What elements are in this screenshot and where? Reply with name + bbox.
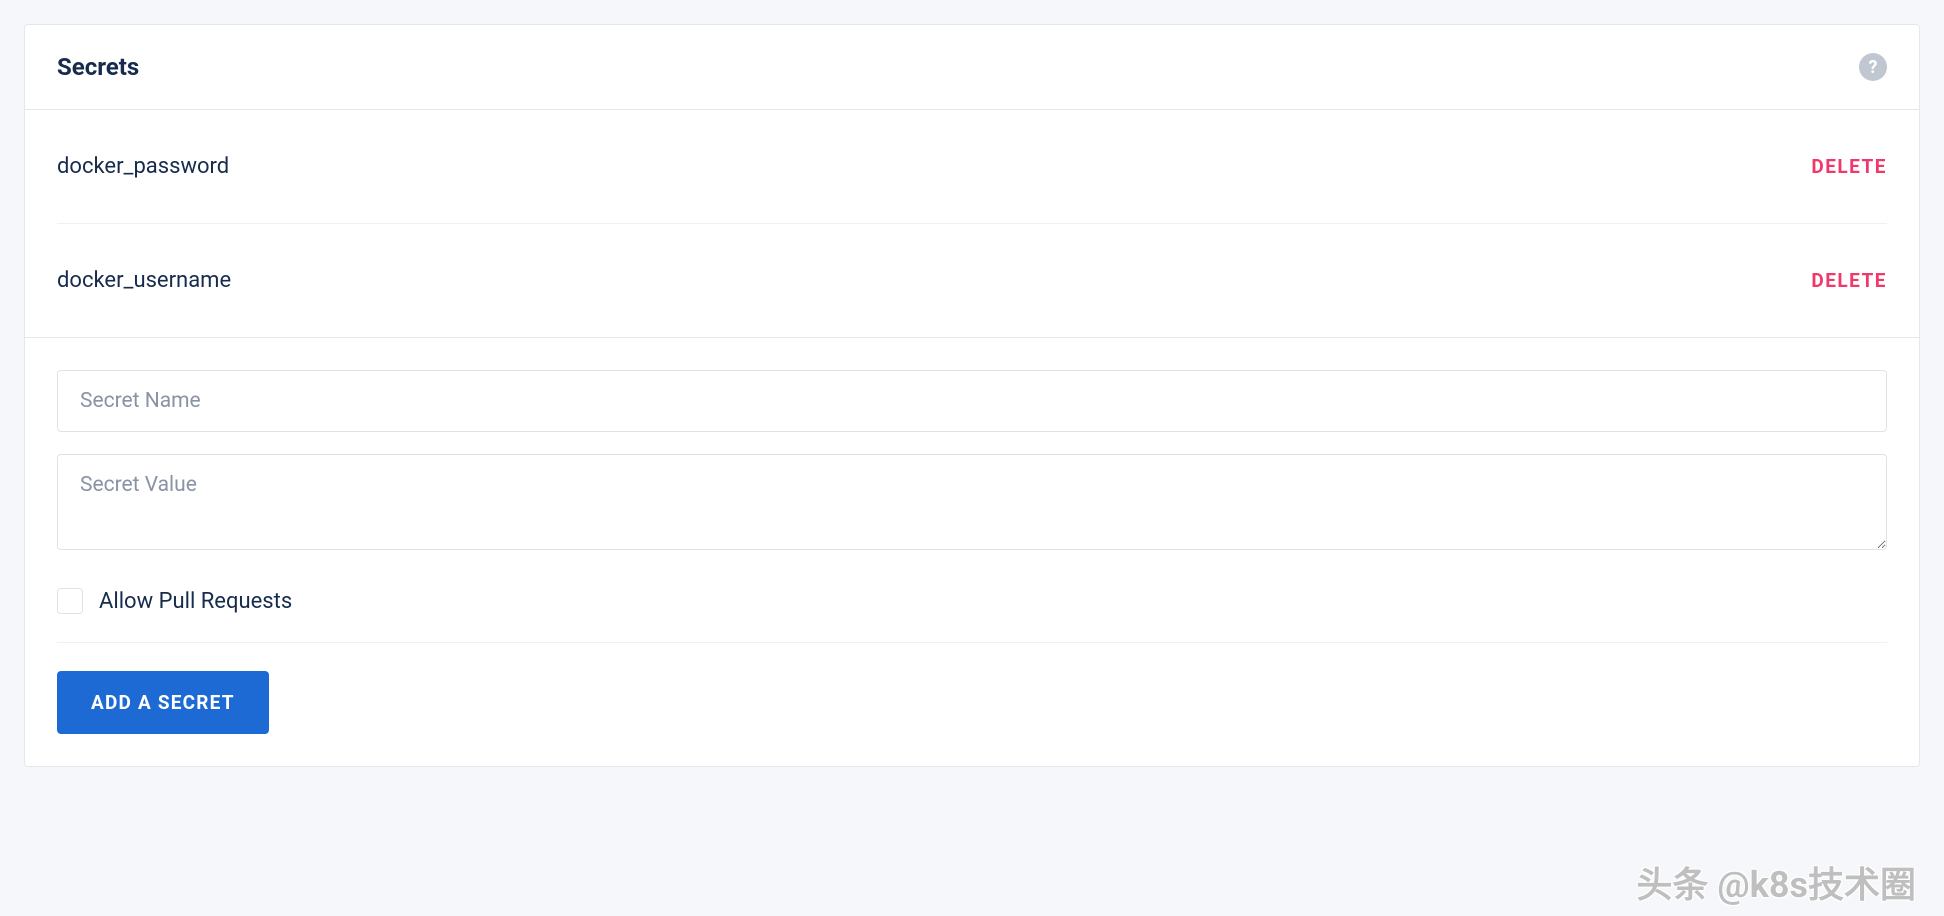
secret-row: docker_username DELETE bbox=[57, 224, 1887, 337]
secrets-list: docker_password DELETE docker_username D… bbox=[25, 110, 1919, 337]
secret-name: docker_username bbox=[57, 268, 231, 293]
add-secret-form: Allow Pull Requests ADD A SECRET bbox=[25, 337, 1919, 766]
card-header: Secrets ? bbox=[25, 25, 1919, 110]
delete-button[interactable]: DELETE bbox=[1811, 269, 1887, 292]
add-secret-button[interactable]: ADD A SECRET bbox=[57, 671, 269, 734]
secrets-card: Secrets ? docker_password DELETE docker_… bbox=[24, 24, 1920, 767]
secret-name: docker_password bbox=[57, 154, 229, 179]
secret-name-input[interactable] bbox=[57, 370, 1887, 432]
allow-pr-checkbox[interactable] bbox=[57, 588, 83, 614]
secret-value-input[interactable] bbox=[57, 454, 1887, 550]
page-title: Secrets bbox=[57, 53, 139, 81]
help-icon[interactable]: ? bbox=[1859, 53, 1887, 81]
secret-row: docker_password DELETE bbox=[57, 110, 1887, 224]
delete-button[interactable]: DELETE bbox=[1811, 155, 1887, 178]
allow-pr-row: Allow Pull Requests bbox=[57, 576, 1887, 643]
allow-pr-label: Allow Pull Requests bbox=[99, 589, 292, 614]
watermark: 头条 @k8s技术圈 bbox=[1636, 856, 1916, 908]
